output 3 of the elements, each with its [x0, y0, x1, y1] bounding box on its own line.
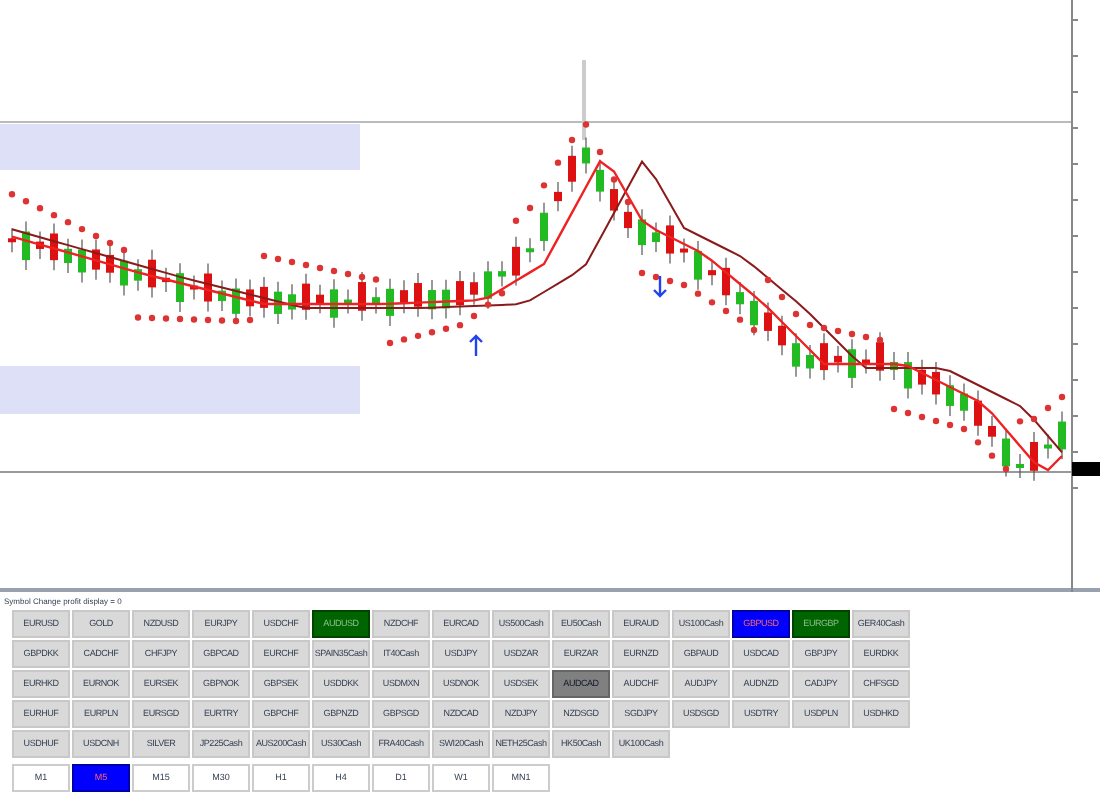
down-arrow-icon — [652, 274, 668, 298]
price-marker — [1072, 462, 1100, 476]
up-arrow-icon — [468, 334, 484, 358]
